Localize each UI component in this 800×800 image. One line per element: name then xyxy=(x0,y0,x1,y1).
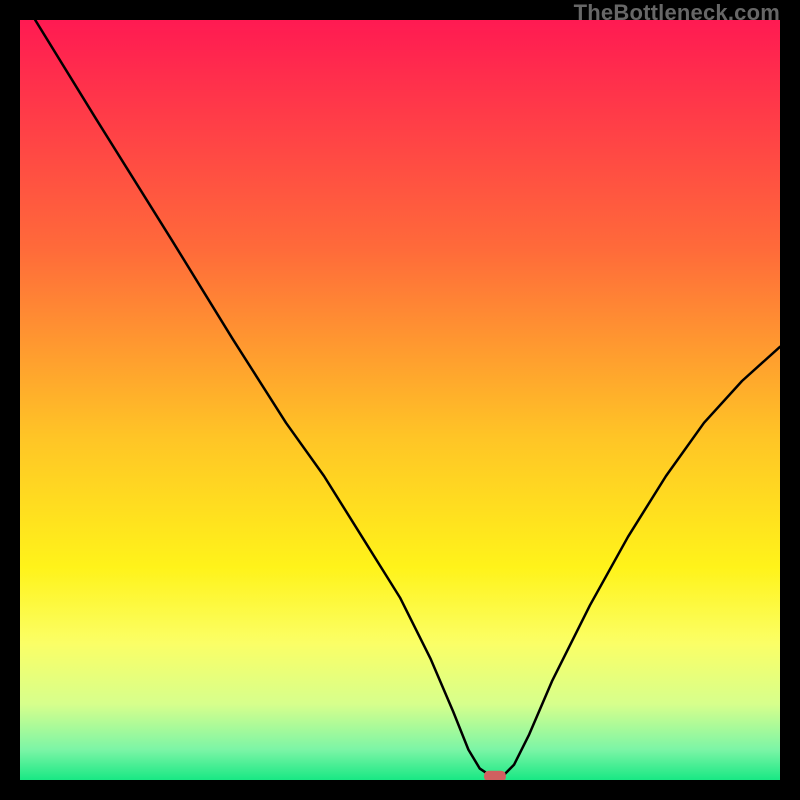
optimum-marker xyxy=(484,771,506,780)
chart-frame: TheBottleneck.com xyxy=(0,0,800,800)
bottleneck-chart xyxy=(20,20,780,780)
gradient-background xyxy=(20,20,780,780)
